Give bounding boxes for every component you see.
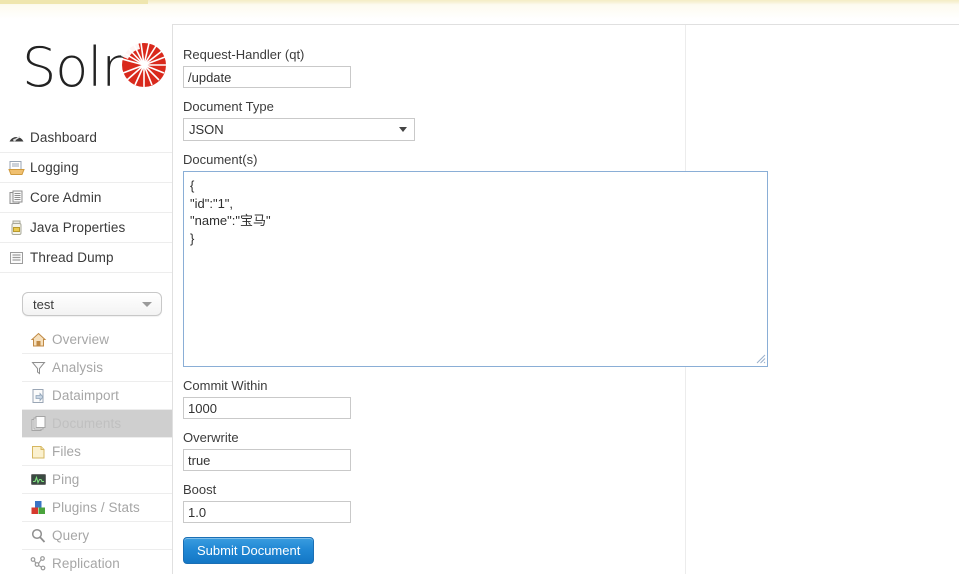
- sidebar-item-core-admin[interactable]: Core Admin: [0, 183, 172, 213]
- sidebar-item-label: Core Admin: [30, 190, 102, 205]
- commit-within-field: Commit Within: [183, 378, 783, 419]
- overwrite-label: Overwrite: [183, 430, 239, 445]
- sidebar-item-overview[interactable]: Overview: [22, 326, 172, 354]
- request-handler-label: Request-Handler (qt): [183, 47, 305, 62]
- documents-label: Document(s): [183, 152, 258, 167]
- chevron-down-icon: [142, 302, 152, 307]
- document-type-label: Document Type: [183, 99, 274, 114]
- select-arrow-icon: [399, 127, 407, 132]
- dataimport-icon: [30, 387, 47, 404]
- logging-tray-icon: [8, 159, 25, 176]
- sidebar-item-ping[interactable]: Ping: [22, 466, 172, 494]
- commit-within-label: Commit Within: [183, 378, 268, 393]
- overwrite-input[interactable]: [183, 449, 351, 471]
- submit-document-button[interactable]: Submit Document: [183, 537, 315, 564]
- core-admin-icon: [8, 189, 25, 206]
- content-panel: Request-Handler (qt) Document Type JSON …: [172, 24, 959, 574]
- sidebar-item-analysis[interactable]: Analysis: [22, 354, 172, 382]
- magnifier-icon: [30, 527, 47, 544]
- document-type-select[interactable]: JSON: [183, 118, 415, 141]
- sidebar-item-label: Documents: [52, 416, 122, 431]
- top-fade: [0, 5, 959, 19]
- request-handler-input[interactable]: [183, 66, 351, 88]
- sidebar-item-java-properties[interactable]: Java Properties: [0, 213, 172, 243]
- sidebar-item-query[interactable]: Query: [22, 522, 172, 550]
- documents-icon: [30, 415, 47, 432]
- documents-field: Document(s) { "id":"1", "name":"宝马" }: [183, 152, 783, 367]
- core-selector-value: test: [33, 296, 54, 312]
- ping-monitor-icon: [30, 471, 47, 488]
- dashboard-icon: [8, 129, 25, 146]
- funnel-icon: [30, 359, 47, 376]
- sidebar-item-label: Logging: [30, 160, 79, 175]
- sidebar-item-plugins-stats[interactable]: Plugins / Stats: [22, 494, 172, 522]
- sidebar-item-thread-dump[interactable]: Thread Dump: [0, 243, 172, 273]
- core-selector[interactable]: test: [22, 292, 162, 316]
- sidebar-item-label: Dataimport: [52, 388, 120, 403]
- overwrite-field: Overwrite: [183, 430, 783, 471]
- replication-icon: [30, 555, 47, 572]
- folder-icon: [30, 443, 47, 460]
- sidebar-item-label: Query: [52, 528, 90, 543]
- top-band-accent: [0, 0, 148, 4]
- sidebar-item-files[interactable]: Files: [22, 438, 172, 466]
- home-icon: [30, 331, 47, 348]
- request-handler-field: Request-Handler (qt): [183, 47, 783, 88]
- sidebar-item-label: Thread Dump: [30, 250, 114, 265]
- sidebar-item-label: Dashboard: [30, 130, 97, 145]
- sidebar-item-label: Files: [52, 444, 82, 459]
- document-type-field: Document Type JSON: [183, 99, 783, 141]
- sidebar-item-label: Plugins / Stats: [52, 500, 140, 515]
- commit-within-input[interactable]: [183, 397, 351, 419]
- document-type-value[interactable]: JSON: [183, 118, 415, 141]
- documents-textarea[interactable]: { "id":"1", "name":"宝马" }: [183, 171, 768, 367]
- sidebar-main-nav: Dashboard Logging Core Admin Java Proper…: [0, 123, 172, 273]
- sidebar-item-label: Java Properties: [30, 220, 126, 235]
- sidebar-item-logging[interactable]: Logging: [0, 153, 172, 183]
- java-jar-icon: [8, 219, 25, 236]
- sidebar-item-dashboard[interactable]: Dashboard: [0, 123, 172, 153]
- sidebar-item-label: Overview: [52, 332, 110, 347]
- documents-form: Request-Handler (qt) Document Type JSON …: [183, 47, 783, 564]
- boost-field: Boost: [183, 482, 783, 523]
- sidebar-item-label: Replication: [52, 556, 120, 571]
- documents-textarea-wrap: { "id":"1", "name":"宝马" }: [183, 171, 768, 367]
- boost-label: Boost: [183, 482, 217, 497]
- sidebar-item-dataimport[interactable]: Dataimport: [22, 382, 172, 410]
- solr-logo[interactable]: Solr: [22, 31, 166, 103]
- sidebar-item-replication[interactable]: Replication: [22, 550, 172, 574]
- solr-sunburst-icon: [121, 42, 166, 87]
- sidebar: Solr Dashboard Logging Core Admin Java P…: [0, 19, 172, 574]
- boost-input[interactable]: [183, 501, 351, 523]
- solr-logo-text: Solr: [22, 36, 124, 99]
- plugins-icon: [30, 499, 47, 516]
- sidebar-core-nav: Overview Analysis Dataimport Documents F…: [22, 326, 172, 574]
- thread-dump-icon: [8, 249, 25, 266]
- sidebar-item-label: Ping: [52, 472, 80, 487]
- sidebar-item-label: Analysis: [52, 360, 104, 375]
- solr-admin-page: Solr Dashboard Logging Core Admin Java P…: [0, 0, 959, 574]
- sidebar-item-documents[interactable]: Documents: [22, 410, 172, 438]
